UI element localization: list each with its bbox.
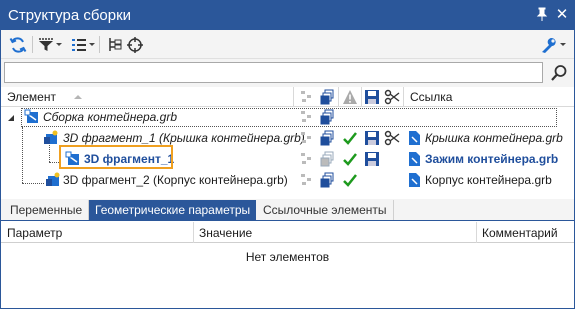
tree-item-label: Сборка контейнера.grb <box>43 110 178 124</box>
tree-row[interactable]: 3D фрагмент_2 (Корпус контейнера.grb) Ко… <box>1 170 574 191</box>
column-divider <box>476 222 477 243</box>
tree-item-link[interactable]: Корпус контейнера.grb <box>425 173 552 187</box>
save-icon[interactable] <box>364 130 380 146</box>
title-bar: Структура сборки ✕ <box>1 1 574 30</box>
layers-icon[interactable] <box>319 172 335 188</box>
column-divider <box>293 87 294 107</box>
tab-reference-elements[interactable]: Ссылочные элементы <box>257 200 394 220</box>
search-input[interactable] <box>4 62 543 83</box>
parameters-header: Параметр Значение Комментарий <box>1 222 574 243</box>
tree-item-label: 3D фрагмент_2 (Корпус контейнера.grb) <box>63 173 288 187</box>
pin-icon[interactable] <box>534 7 550 23</box>
parameters-grid: Нет элементов <box>1 243 574 308</box>
check-icon <box>343 153 357 166</box>
layers-icon <box>320 89 334 105</box>
check-icon <box>343 132 357 145</box>
settings-dropdown[interactable] <box>540 35 566 54</box>
collapse-icon[interactable] <box>6 112 16 122</box>
locate-button[interactable] <box>127 35 143 54</box>
column-divider <box>338 87 339 107</box>
warning-icon <box>343 90 357 104</box>
window-title: Структура сборки <box>8 7 132 24</box>
refresh-icon <box>9 36 27 53</box>
tree-structure-button[interactable] <box>107 35 123 54</box>
assembly-tree: Сборка контейнера.grb 3D фрагмент_1 (Кры… <box>1 107 574 197</box>
empty-message: Нет элементов <box>245 250 330 264</box>
scissors-icon <box>384 89 400 105</box>
visibility-icon[interactable] <box>299 109 315 125</box>
sort-ascending-icon <box>74 95 82 99</box>
file-link-icon <box>409 173 420 187</box>
tree-item-link[interactable]: Зажим контейнера.grb <box>425 152 558 166</box>
file-link-icon <box>409 152 420 166</box>
filter-dropdown[interactable] <box>38 35 62 54</box>
layers-icon[interactable] <box>319 109 335 125</box>
fragment-icon <box>44 130 58 144</box>
visibility-icon[interactable] <box>299 172 315 188</box>
chevron-down-icon <box>89 43 95 46</box>
tab-geometric-parameters[interactable]: Геометрические параметры <box>89 200 257 220</box>
search-icon <box>551 65 567 81</box>
search-button[interactable] <box>549 63 569 83</box>
tab-bar: Переменные Геометрические параметры Ссыл… <box>1 199 574 221</box>
column-element-header[interactable]: Элемент <box>7 90 56 104</box>
toolbar <box>1 30 574 59</box>
column-parameter-header[interactable]: Параметр <box>7 226 62 240</box>
tree-item-link[interactable]: Крышка контейнера.grb <box>425 131 563 145</box>
tab-variables[interactable]: Переменные <box>4 200 90 220</box>
filter-icon <box>39 37 53 51</box>
column-comment-header[interactable]: Комментарий <box>482 226 558 240</box>
highlight-frame <box>59 145 173 169</box>
list-icon <box>72 38 86 51</box>
tree-item-label: 3D фрагмент_1 (Крышка контейнера.grb) <box>63 131 305 145</box>
tree-structure-icon <box>109 37 122 51</box>
tree-row[interactable]: Сборка контейнера.grb <box>1 107 574 128</box>
chevron-down-icon <box>560 43 566 46</box>
column-divider <box>361 87 362 107</box>
visibility-icon <box>301 91 311 102</box>
assembly-structure-panel: Структура сборки ✕ Элемент Ссылка Сборка… <box>0 0 575 309</box>
visibility-icon[interactable] <box>299 151 315 167</box>
crosshair-icon <box>127 36 143 53</box>
save-icon <box>365 90 379 104</box>
visibility-icon[interactable] <box>299 130 315 146</box>
toolbar-separator <box>99 36 100 53</box>
scissors-icon[interactable] <box>384 130 400 146</box>
refresh-button[interactable] <box>9 35 27 54</box>
list-view-dropdown[interactable] <box>71 35 95 54</box>
layers-icon[interactable] <box>319 130 335 146</box>
assembly-icon <box>24 109 38 123</box>
column-value-header[interactable]: Значение <box>199 226 252 240</box>
tree-header: Элемент Ссылка <box>1 87 574 107</box>
toolbar-separator <box>32 36 33 53</box>
file-link-icon <box>409 131 420 145</box>
chevron-down-icon <box>56 43 62 46</box>
wrench-icon <box>542 37 556 53</box>
column-link-header[interactable]: Ссылка <box>410 90 452 104</box>
column-divider <box>403 87 404 107</box>
column-divider <box>193 222 194 243</box>
fragment-icon <box>46 172 60 186</box>
close-icon[interactable]: ✕ <box>554 7 570 23</box>
search-row <box>1 59 574 87</box>
check-icon <box>343 174 357 187</box>
save-icon[interactable] <box>364 151 380 167</box>
layers-icon[interactable] <box>319 151 335 167</box>
